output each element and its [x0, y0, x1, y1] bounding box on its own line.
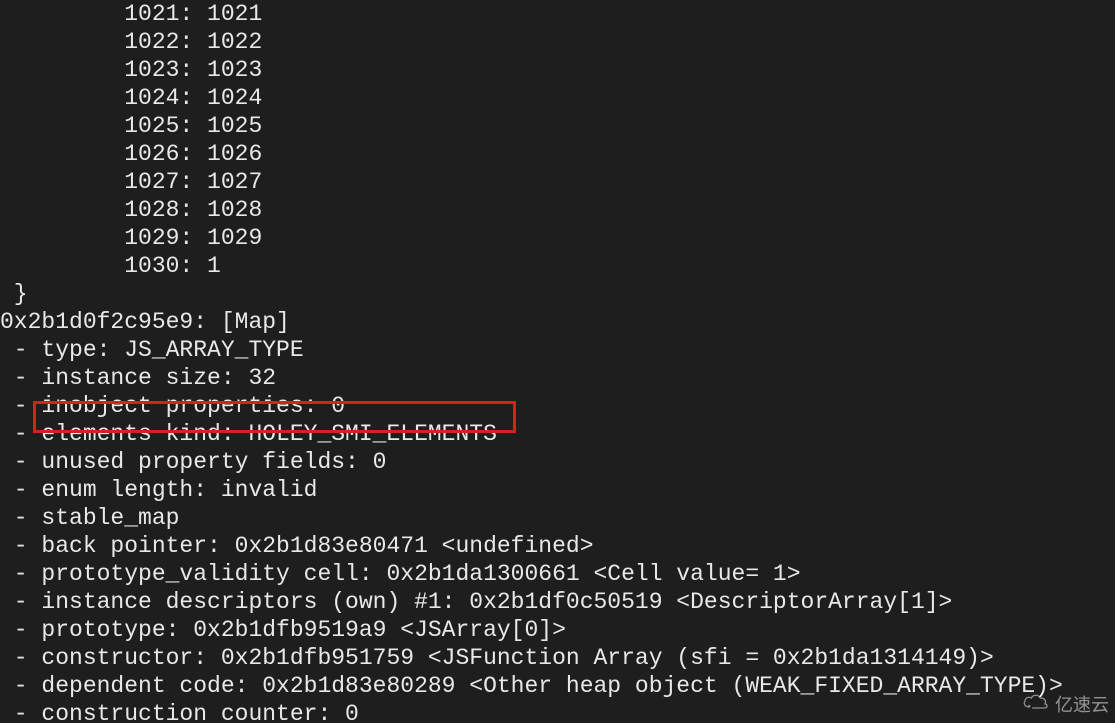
terminal-line: 1029: 1029 [0, 224, 1115, 252]
terminal-line: - dependent code: 0x2b1d83e80289 <Other … [0, 672, 1115, 700]
terminal-line: - prototype: 0x2b1dfb9519a9 <JSArray[0]> [0, 616, 1115, 644]
terminal-line: - unused property fields: 0 [0, 448, 1115, 476]
terminal-line: 0x2b1d0f2c95e9: [Map] [0, 308, 1115, 336]
terminal-line: - instance descriptors (own) #1: 0x2b1df… [0, 588, 1115, 616]
terminal-line: - inobject properties: 0 [0, 392, 1115, 420]
terminal-line: 1021: 1021 [0, 0, 1115, 28]
terminal-line: 1025: 1025 [0, 112, 1115, 140]
terminal-line: - constructor: 0x2b1dfb951759 <JSFunctio… [0, 644, 1115, 672]
terminal-line: - enum length: invalid [0, 476, 1115, 504]
cloud-icon [1021, 691, 1049, 719]
terminal-line: - elements kind: HOLEY_SMI_ELEMENTS [0, 420, 1115, 448]
terminal-line: 1023: 1023 [0, 56, 1115, 84]
terminal-line: - back pointer: 0x2b1d83e80471 <undefine… [0, 532, 1115, 560]
terminal-line: - instance size: 32 [0, 364, 1115, 392]
terminal-line: 1028: 1028 [0, 196, 1115, 224]
terminal-line: - prototype_validity cell: 0x2b1da130066… [0, 560, 1115, 588]
terminal-line: 1022: 1022 [0, 28, 1115, 56]
terminal-line: 1024: 1024 [0, 84, 1115, 112]
terminal-line: - construction counter: 0 [0, 700, 1115, 723]
watermark-text: 亿速云 [1055, 691, 1109, 719]
terminal-line: - stable_map [0, 504, 1115, 532]
terminal-output: 1021: 1021 1022: 1022 1023: 1023 1024: 1… [0, 0, 1115, 723]
terminal-line: 1030: 1 [0, 252, 1115, 280]
terminal-line: 1026: 1026 [0, 140, 1115, 168]
terminal-line: } [0, 280, 1115, 308]
watermark: 亿速云 [1021, 691, 1109, 719]
terminal-line: 1027: 1027 [0, 168, 1115, 196]
terminal-line: - type: JS_ARRAY_TYPE [0, 336, 1115, 364]
